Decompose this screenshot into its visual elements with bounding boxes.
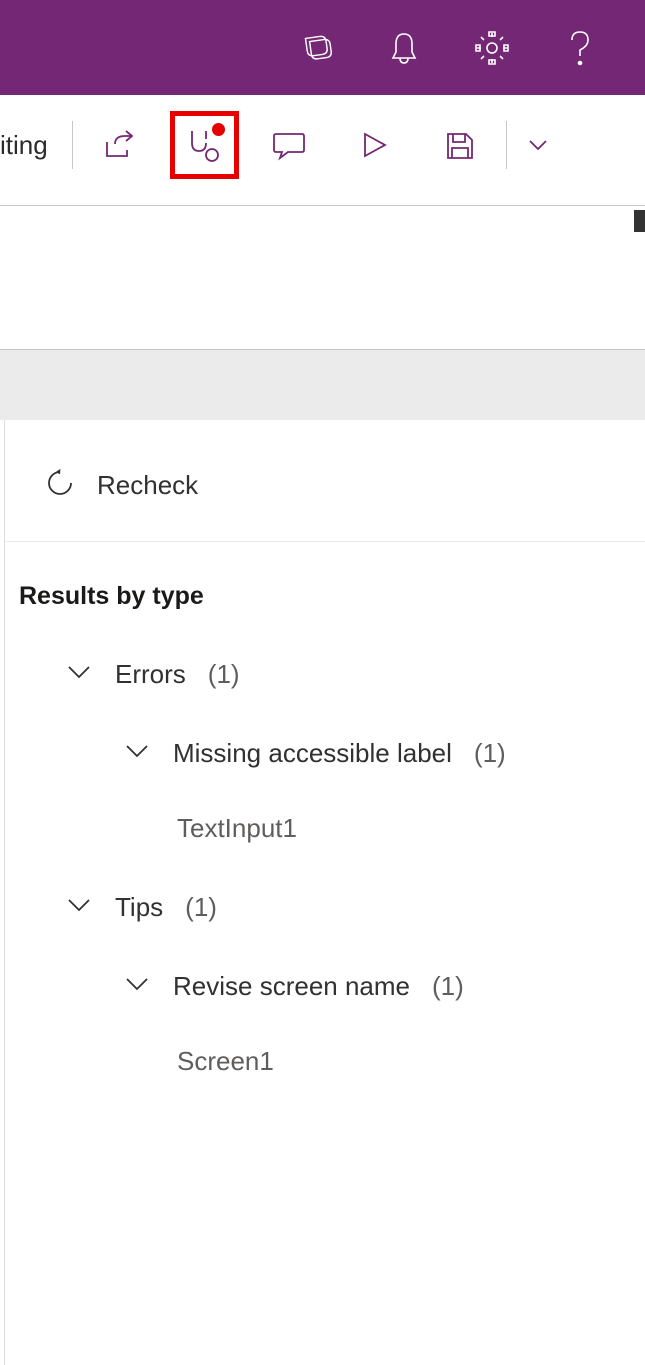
app-header: [0, 0, 645, 95]
settings-icon[interactable]: [472, 28, 512, 68]
group-count: (1): [208, 659, 240, 690]
subgroup-label: Revise screen name: [173, 971, 410, 1002]
subgroup-missing-accessible-label[interactable]: Missing accessible label (1): [5, 690, 645, 769]
canvas-strip: [0, 350, 645, 420]
app-checker-button[interactable]: [162, 113, 247, 177]
subgroup-count: (1): [432, 971, 464, 1002]
comments-button[interactable]: [247, 113, 332, 177]
formula-bar[interactable]: [0, 205, 645, 350]
share-button[interactable]: [77, 113, 162, 177]
copilot-icon[interactable]: [296, 28, 336, 68]
command-toolbar: iting: [0, 95, 645, 195]
chevron-down-icon: [123, 974, 151, 999]
recheck-label: Recheck: [97, 470, 198, 501]
editing-mode-label[interactable]: iting: [0, 130, 68, 161]
item-label: TextInput1: [177, 813, 297, 843]
save-chevron-button[interactable]: [511, 113, 565, 177]
group-label: Errors: [115, 659, 186, 690]
results-heading: Results by type: [5, 542, 645, 611]
subgroup-label: Missing accessible label: [173, 738, 452, 769]
refresh-icon: [45, 468, 75, 503]
item-label: Screen1: [177, 1046, 274, 1076]
subgroup-count: (1): [474, 738, 506, 769]
toolbar-separator: [72, 121, 73, 169]
notifications-icon[interactable]: [384, 28, 424, 68]
help-icon[interactable]: [560, 28, 600, 68]
recheck-button[interactable]: Recheck: [5, 468, 645, 542]
group-errors[interactable]: Errors (1): [5, 611, 645, 690]
result-item[interactable]: TextInput1: [5, 769, 645, 844]
result-item[interactable]: Screen1: [5, 1002, 645, 1077]
subgroup-revise-screen-name[interactable]: Revise screen name (1): [5, 923, 645, 1002]
chevron-down-icon: [123, 741, 151, 766]
notification-dot-icon: [212, 123, 225, 136]
chevron-down-icon: [65, 895, 93, 920]
group-label: Tips: [115, 892, 163, 923]
preview-button[interactable]: [332, 113, 417, 177]
toolbar-separator: [506, 121, 507, 169]
app-checker-panel: Recheck Results by type Errors (1) Missi…: [4, 420, 645, 1365]
group-count: (1): [185, 892, 217, 923]
save-button[interactable]: [417, 113, 502, 177]
group-tips[interactable]: Tips (1): [5, 844, 645, 923]
chevron-down-icon: [65, 662, 93, 687]
